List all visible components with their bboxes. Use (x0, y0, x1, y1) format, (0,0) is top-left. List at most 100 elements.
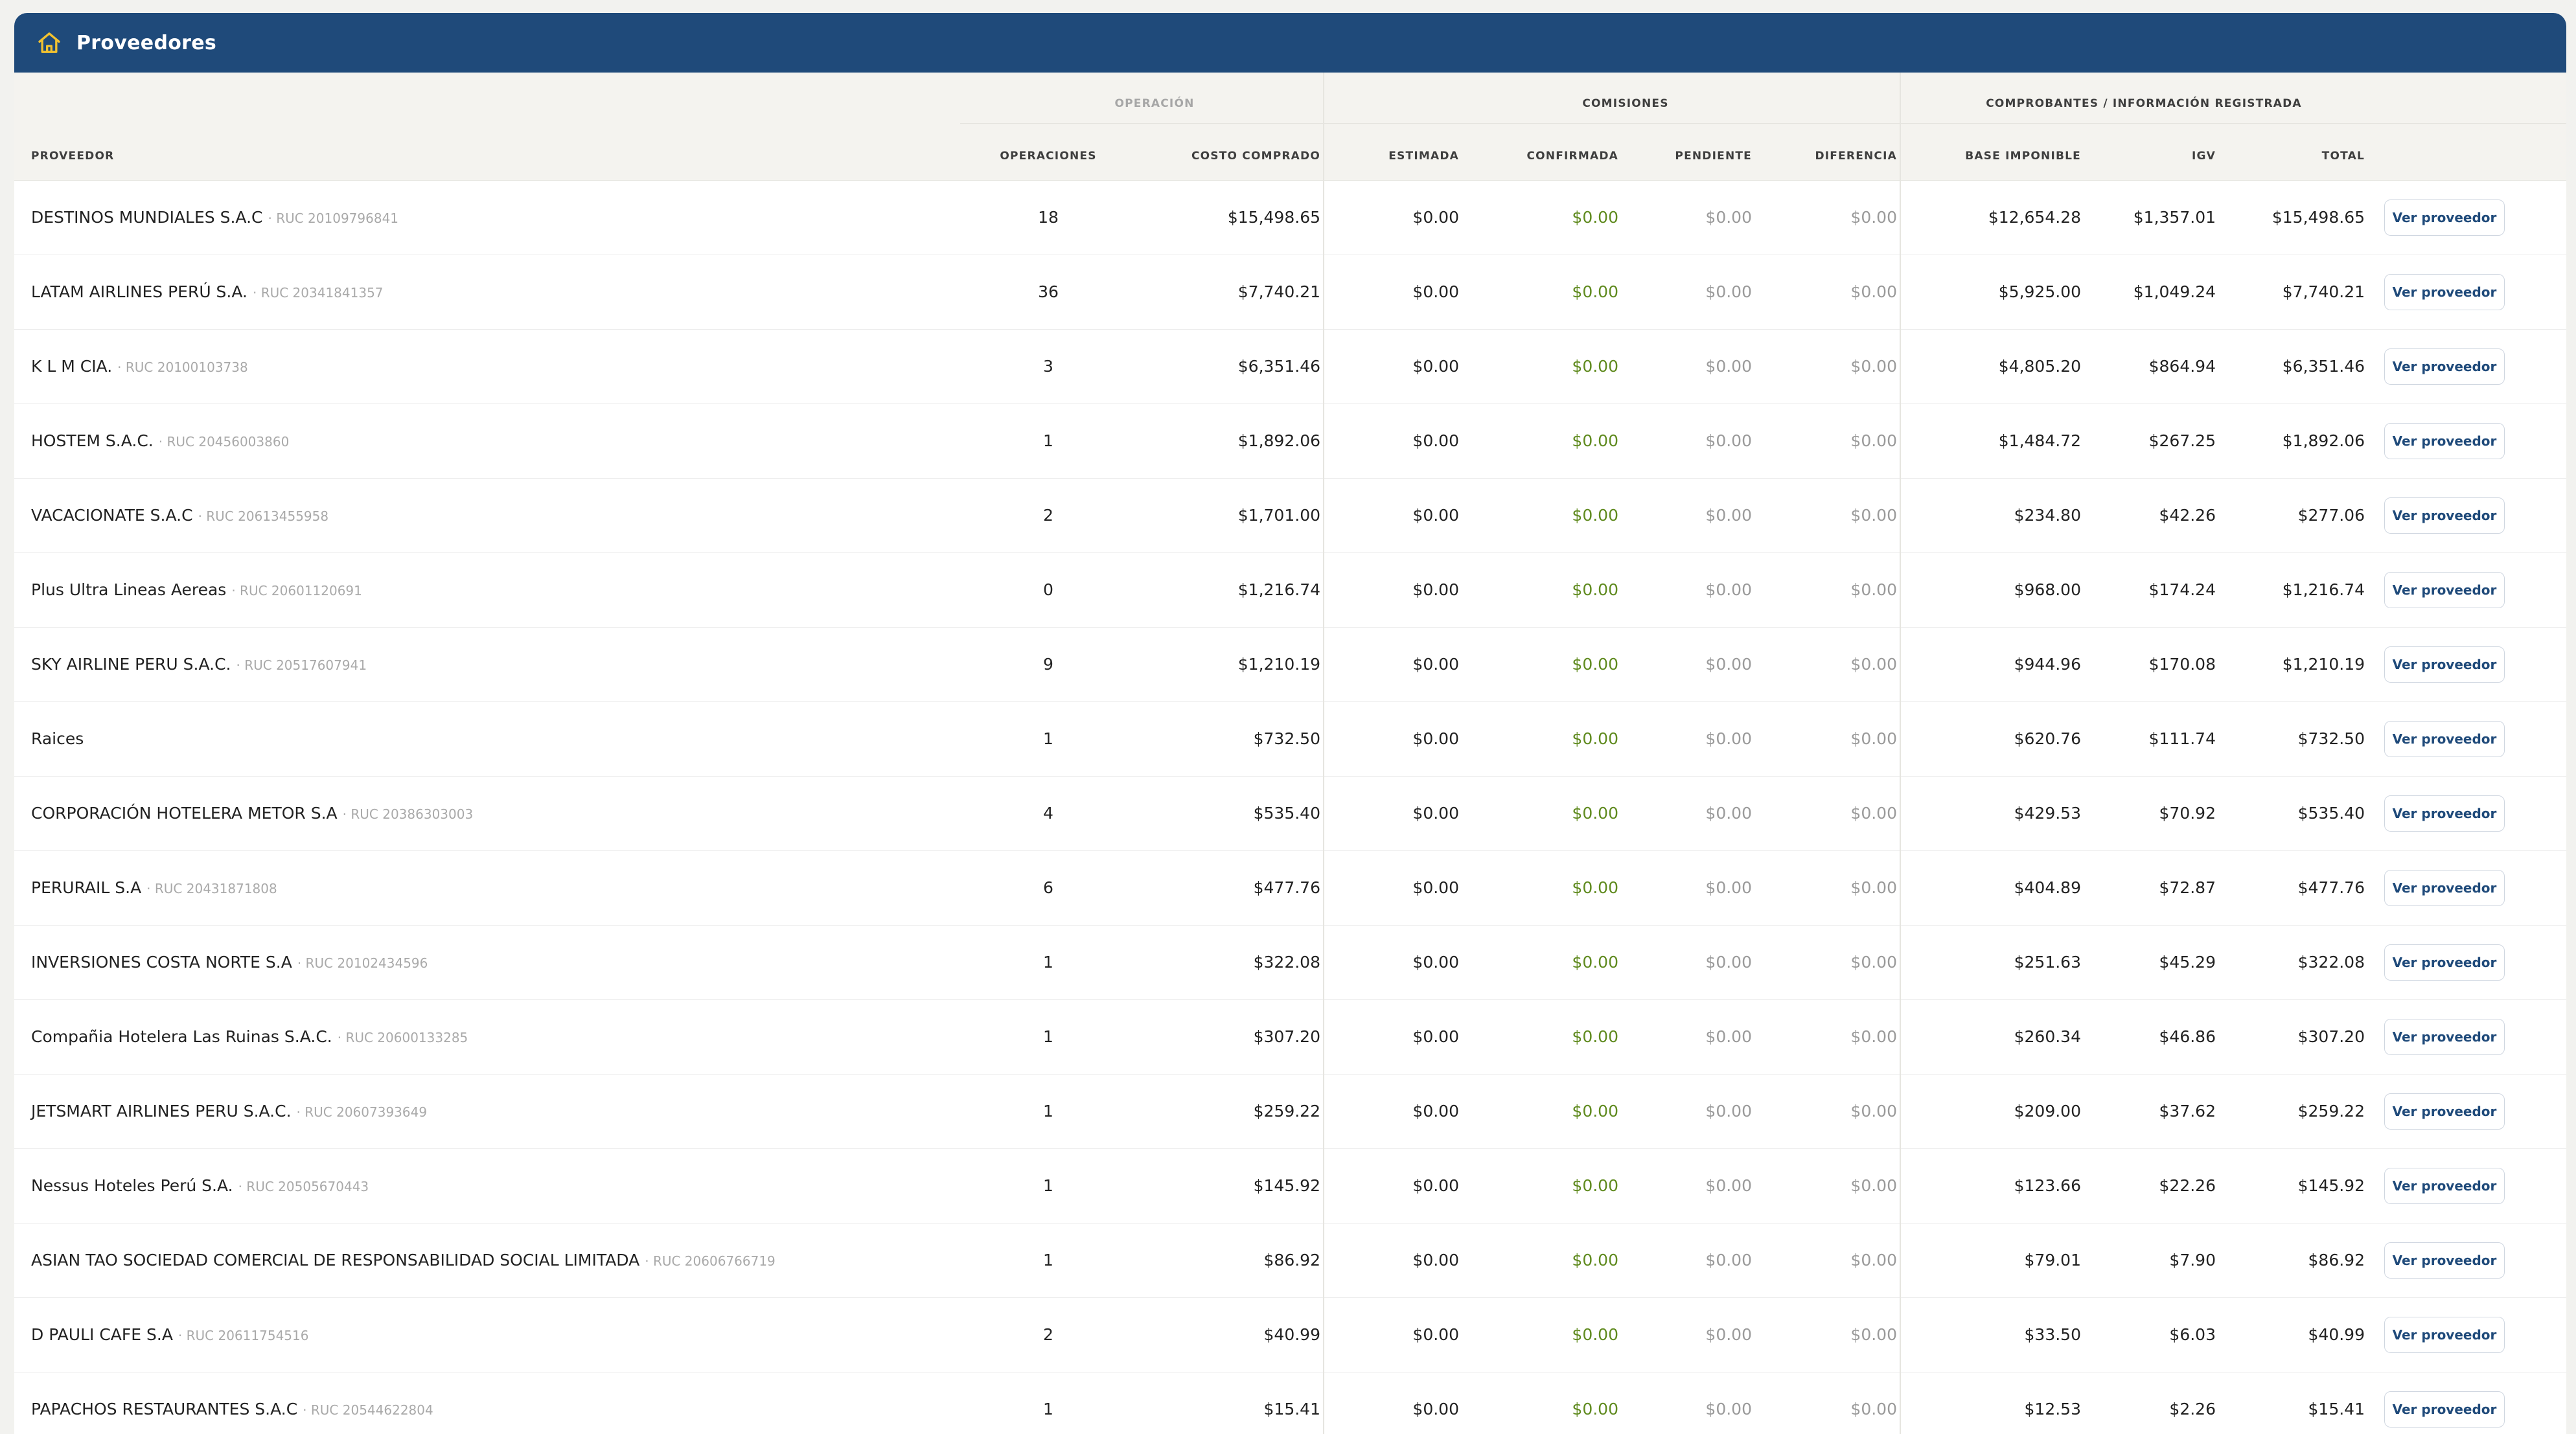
provider-ruc: · RUC 20611754516 (178, 1328, 309, 1343)
cell-costo-comprado: $307.20 (1253, 1027, 1320, 1046)
provider-name: DESTINOS MUNDIALES S.A.C (31, 208, 263, 227)
cell-diferencia: $0.00 (1850, 953, 1897, 972)
view-provider-button[interactable]: Ver proveedor (2384, 274, 2505, 310)
view-provider-button[interactable]: Ver proveedor (2384, 721, 2505, 757)
cell-pendiente: $0.00 (1705, 804, 1752, 823)
provider-ruc: · RUC 20341841357 (252, 285, 384, 301)
view-provider-button[interactable]: Ver proveedor (2384, 795, 2505, 832)
cell-base-imponible: $79.01 (2024, 1251, 2081, 1269)
cell-diferencia: $0.00 (1850, 282, 1897, 301)
provider-name: JETSMART AIRLINES PERU S.A.C. (31, 1102, 292, 1121)
view-provider-button[interactable]: Ver proveedor (2384, 572, 2505, 608)
cell-costo-comprado: $1,892.06 (1237, 431, 1320, 450)
col-header-estimada: ESTIMADA (1388, 150, 1459, 163)
cell-base-imponible: $620.76 (2014, 729, 2081, 748)
view-provider-button[interactable]: Ver proveedor (2384, 199, 2505, 236)
cell-total: $15.41 (2308, 1400, 2365, 1418)
cell-base-imponible: $4,805.20 (1998, 357, 2081, 376)
provider-name: CORPORACIÓN HOTELERA METOR S.A (31, 804, 338, 823)
cell-total: $732.50 (2297, 729, 2365, 748)
provider-name: Plus Ultra Lineas Aereas (31, 580, 227, 599)
view-provider-button[interactable]: Ver proveedor (2384, 1019, 2505, 1055)
cell-proveedor: Plus Ultra Lineas Aereas · RUC 2060112069… (31, 553, 362, 627)
table-row: Nessus Hoteles Perú S.A. · RUC 2050567044… (14, 1149, 2566, 1223)
cell-base-imponible: $123.66 (2014, 1176, 2081, 1195)
col-header-total: TOTAL (2321, 150, 2365, 163)
group-header-comisiones: COMISIONES (1582, 97, 1669, 110)
cell-operaciones: 36 (1038, 282, 1059, 301)
cell-estimada: $0.00 (1412, 1176, 1459, 1195)
cell-base-imponible: $33.50 (2024, 1325, 2081, 1344)
cell-operaciones: 1 (1043, 431, 1053, 450)
cell-operaciones: 1 (1043, 953, 1053, 972)
cell-total: $145.92 (2297, 1176, 2365, 1195)
cell-diferencia: $0.00 (1850, 1400, 1897, 1418)
table-row: LATAM AIRLINES PERÚ S.A. · RUC 2034184135… (14, 255, 2566, 330)
cell-confirmada: $0.00 (1572, 655, 1618, 674)
view-provider-button[interactable]: Ver proveedor (2384, 1093, 2505, 1130)
view-provider-button[interactable]: Ver proveedor (2384, 646, 2505, 683)
cell-confirmada: $0.00 (1572, 1027, 1618, 1046)
cell-base-imponible: $251.63 (2014, 953, 2081, 972)
title-bar: Proveedores (14, 13, 2566, 73)
table-row: CORPORACIÓN HOTELERA METOR S.A · RUC 2038… (14, 777, 2566, 851)
cell-estimada: $0.00 (1412, 953, 1459, 972)
cell-proveedor: K L M CIA. · RUC 20100103738 (31, 330, 248, 404)
cell-confirmada: $0.00 (1572, 431, 1618, 450)
provider-ruc: · RUC 20505670443 (238, 1179, 369, 1194)
cell-operaciones: 1 (1043, 1102, 1053, 1121)
view-provider-button[interactable]: Ver proveedor (2384, 870, 2505, 906)
cell-base-imponible: $12.53 (2024, 1400, 2081, 1418)
cell-diferencia: $0.00 (1850, 1325, 1897, 1344)
provider-name: D PAULI CAFE S.A (31, 1325, 173, 1344)
cell-diferencia: $0.00 (1850, 357, 1897, 376)
view-provider-button[interactable]: Ver proveedor (2384, 1317, 2505, 1353)
cell-costo-comprado: $1,701.00 (1237, 506, 1320, 525)
cell-confirmada: $0.00 (1572, 729, 1618, 748)
cell-operaciones: 9 (1043, 655, 1053, 674)
table-row: DESTINOS MUNDIALES S.A.C · RUC 2010979684… (14, 181, 2566, 255)
cell-igv: $1,357.01 (2133, 208, 2216, 227)
cell-igv: $37.62 (2159, 1102, 2216, 1121)
cell-estimada: $0.00 (1412, 1325, 1459, 1344)
cell-confirmada: $0.00 (1572, 1102, 1618, 1121)
cell-pendiente: $0.00 (1705, 1102, 1752, 1121)
cell-pendiente: $0.00 (1705, 878, 1752, 897)
view-provider-button[interactable]: Ver proveedor (2384, 497, 2505, 534)
cell-costo-comprado: $535.40 (1253, 804, 1320, 823)
cell-confirmada: $0.00 (1572, 208, 1618, 227)
cell-estimada: $0.00 (1412, 655, 1459, 674)
cell-igv: $864.94 (2148, 357, 2216, 376)
cell-proveedor: Nessus Hoteles Perú S.A. · RUC 2050567044… (31, 1149, 369, 1223)
cell-diferencia: $0.00 (1850, 1027, 1897, 1046)
provider-name: SKY AIRLINE PERU S.A.C. (31, 655, 231, 674)
view-provider-button[interactable]: Ver proveedor (2384, 1242, 2505, 1279)
provider-ruc: · RUC 20601120691 (231, 583, 362, 598)
provider-ruc: · RUC 20100103738 (117, 359, 248, 375)
view-provider-button[interactable]: Ver proveedor (2384, 1391, 2505, 1428)
cell-base-imponible: $234.80 (2014, 506, 2081, 525)
cell-operaciones: 4 (1043, 804, 1053, 823)
cell-diferencia: $0.00 (1850, 878, 1897, 897)
view-provider-button[interactable]: Ver proveedor (2384, 423, 2505, 459)
cell-estimada: $0.00 (1412, 357, 1459, 376)
cell-diferencia: $0.00 (1850, 506, 1897, 525)
provider-ruc: · RUC 20109796841 (268, 211, 399, 226)
view-provider-button[interactable]: Ver proveedor (2384, 1168, 2505, 1204)
provider-name: Nessus Hoteles Perú S.A. (31, 1176, 233, 1195)
cell-confirmada: $0.00 (1572, 1400, 1618, 1418)
view-provider-button[interactable]: Ver proveedor (2384, 944, 2505, 981)
cell-igv: $6.03 (2169, 1325, 2216, 1344)
cell-estimada: $0.00 (1412, 506, 1459, 525)
cell-estimada: $0.00 (1412, 431, 1459, 450)
table-row: Plus Ultra Lineas Aereas · RUC 2060112069… (14, 553, 2566, 628)
cell-costo-comprado: $259.22 (1253, 1102, 1320, 1121)
view-provider-button[interactable]: Ver proveedor (2384, 348, 2505, 385)
cell-base-imponible: $1,484.72 (1998, 431, 2081, 450)
provider-name: ASIAN TAO SOCIEDAD COMERCIAL DE RESPONSA… (31, 1251, 640, 1269)
cell-total: $277.06 (2297, 506, 2365, 525)
cell-costo-comprado: $6,351.46 (1237, 357, 1320, 376)
cell-proveedor: LATAM AIRLINES PERÚ S.A. · RUC 2034184135… (31, 255, 384, 329)
provider-name: K L M CIA. (31, 357, 113, 376)
cell-base-imponible: $404.89 (2014, 878, 2081, 897)
